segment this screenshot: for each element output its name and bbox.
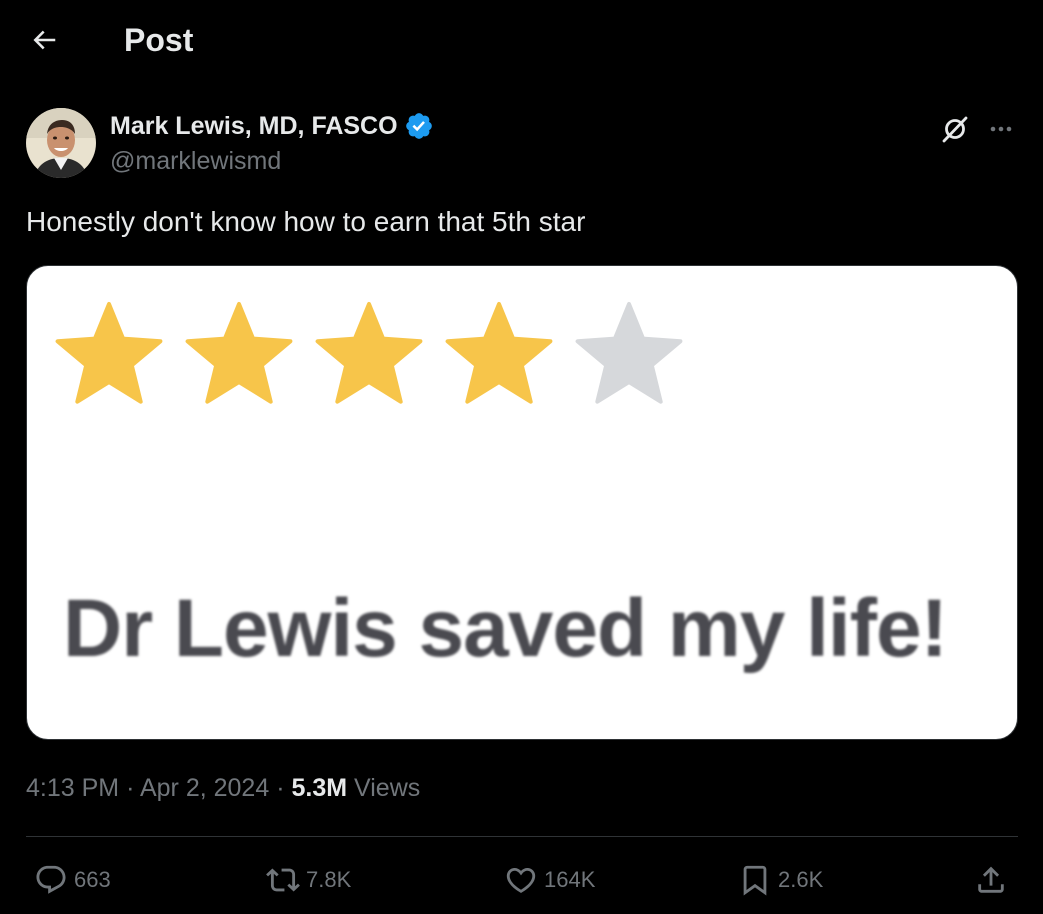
meta-separator: ·: [126, 774, 135, 802]
like-button[interactable]: 164K: [504, 855, 595, 905]
more-horizontal-icon: [990, 126, 1012, 132]
grok-button[interactable]: [938, 112, 972, 146]
post-date[interactable]: Apr 2, 2024: [140, 774, 269, 802]
bookmark-count: 2.6K: [778, 867, 824, 892]
repost-count: 7.8K: [306, 867, 352, 892]
views-count[interactable]: 5.3M: [291, 774, 347, 802]
grok-icon: [942, 116, 968, 143]
divider: [26, 836, 1018, 837]
tweet-media-image[interactable]: Dr Lewis saved my life!: [26, 265, 1018, 740]
star-filled-icon: [445, 302, 553, 404]
reply-button[interactable]: 663: [34, 855, 111, 905]
heart-icon: [506, 867, 536, 893]
share-icon: [978, 866, 1004, 893]
verified-badge-icon[interactable]: [404, 111, 434, 141]
author-handle[interactable]: @marklewismd: [110, 146, 281, 176]
bookmark-button[interactable]: 2.6K: [738, 855, 823, 905]
repost-icon: [266, 868, 300, 892]
reply-icon: [36, 865, 66, 894]
avatar[interactable]: [26, 108, 96, 178]
post-author: Mark Lewis, MD, FASCO @marklewismd: [26, 108, 1018, 180]
star-filled-icon: [55, 302, 163, 404]
star-filled-icon: [315, 302, 423, 404]
like-count: 164K: [544, 867, 596, 892]
star-filled-icon: [185, 302, 293, 404]
action-bar: 663 7.8K 164K 2.6K: [26, 855, 1018, 905]
arrow-left-icon: [33, 30, 56, 50]
name-row: Mark Lewis, MD, FASCO: [110, 111, 434, 141]
review-text: Dr Lewis saved my life!: [63, 583, 948, 674]
repost-button[interactable]: 7.8K: [266, 855, 351, 905]
page-title: Post: [124, 22, 194, 58]
back-button[interactable]: [22, 20, 66, 60]
share-button[interactable]: [974, 855, 1008, 905]
top-bar: Post: [0, 0, 1043, 82]
meta-separator: ·: [276, 774, 285, 802]
tweet-text: Honestly don't know how to earn that 5th…: [26, 206, 586, 237]
bookmark-icon: [743, 865, 767, 896]
more-options-button[interactable]: [984, 112, 1018, 146]
views-label: Views: [354, 774, 421, 802]
reply-count: 663: [74, 867, 111, 892]
avatar-image: [26, 108, 96, 178]
post-time[interactable]: 4:13 PM: [26, 774, 119, 802]
star-empty-icon: [575, 302, 683, 404]
post-meta: 4:13 PM · Apr 2, 2024 · 5.3M Views: [26, 772, 420, 804]
display-name[interactable]: Mark Lewis, MD, FASCO: [110, 111, 398, 141]
star-rating: [55, 302, 683, 404]
